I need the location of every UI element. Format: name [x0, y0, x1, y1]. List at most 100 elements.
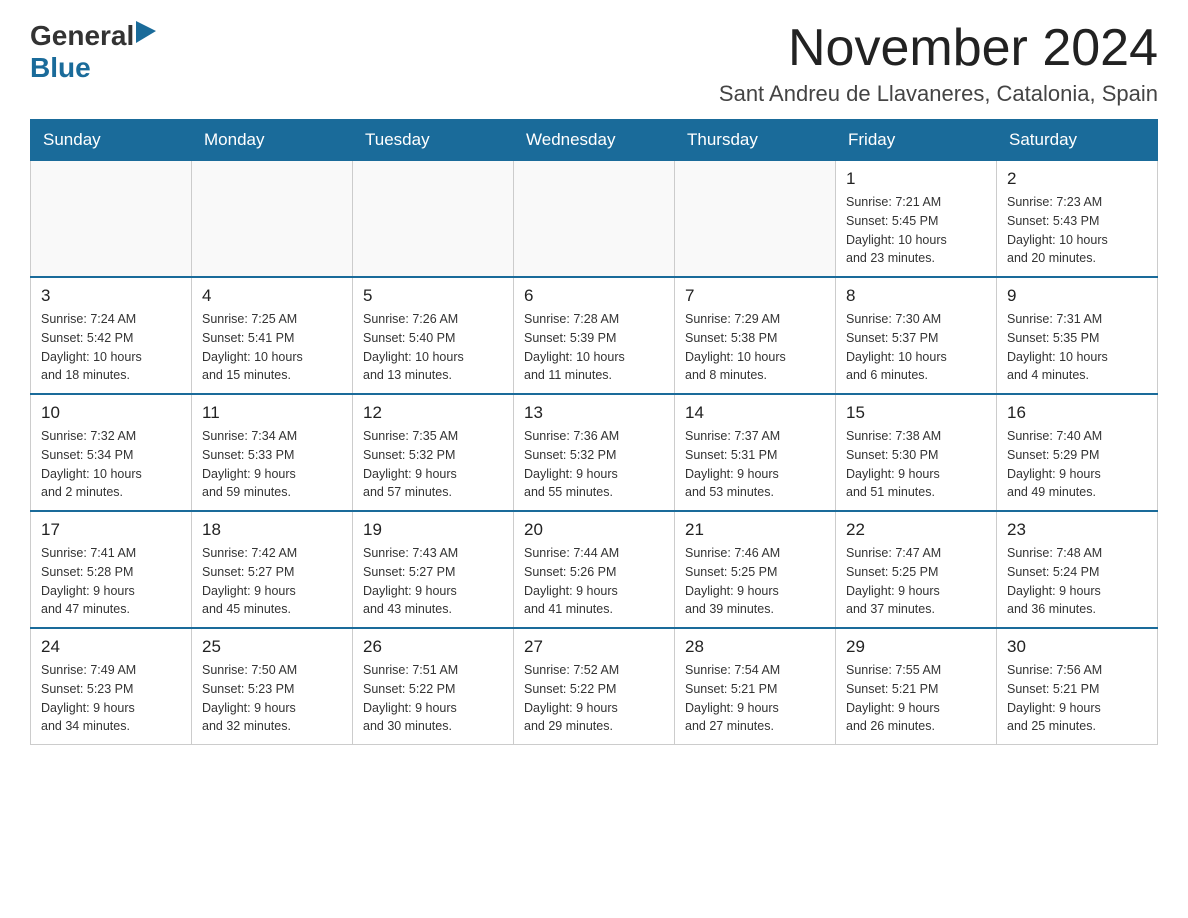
day-number: 16	[1007, 403, 1147, 423]
day-info: Sunrise: 7:29 AMSunset: 5:38 PMDaylight:…	[685, 310, 825, 385]
day-number: 8	[846, 286, 986, 306]
day-info: Sunrise: 7:49 AMSunset: 5:23 PMDaylight:…	[41, 661, 181, 736]
day-number: 20	[524, 520, 664, 540]
calendar-cell: 26Sunrise: 7:51 AMSunset: 5:22 PMDayligh…	[353, 628, 514, 745]
day-number: 3	[41, 286, 181, 306]
calendar-cell: 19 Sunrise: 7:43 AMSunset: 5:27 PMDayligh…	[353, 511, 514, 628]
day-info: Sunrise: 7:48 AMSunset: 5:24 PMDaylight:…	[1007, 544, 1147, 619]
header-friday: Friday	[836, 120, 997, 161]
calendar-cell: 5 Sunrise: 7:26 AMSunset: 5:40 PMDaylight…	[353, 277, 514, 394]
calendar-cell: 23 Sunrise: 7:48 AMSunset: 5:24 PMDayligh…	[997, 511, 1158, 628]
day-number: 14	[685, 403, 825, 423]
day-number: 7	[685, 286, 825, 306]
calendar-cell: 12 Sunrise: 7:35 AMSunset: 5:32 PMDayligh…	[353, 394, 514, 511]
day-number: 9	[1007, 286, 1147, 306]
calendar-cell: 7 Sunrise: 7:29 AMSunset: 5:38 PMDaylight…	[675, 277, 836, 394]
calendar-cell: 28 Sunrise: 7:54 AMSunset: 5:21 PMDayligh…	[675, 628, 836, 745]
calendar-cell: 13 Sunrise: 7:36 AMSunset: 5:32 PMDayligh…	[514, 394, 675, 511]
header-wednesday: Wednesday	[514, 120, 675, 161]
calendar-cell: 27Sunrise: 7:52 AMSunset: 5:22 PMDayligh…	[514, 628, 675, 745]
day-number: 27	[524, 637, 664, 657]
day-number: 13	[524, 403, 664, 423]
day-info: Sunrise: 7:26 AMSunset: 5:40 PMDaylight:…	[363, 310, 503, 385]
day-info: Sunrise: 7:24 AMSunset: 5:42 PMDaylight:…	[41, 310, 181, 385]
week-row-2: 3 Sunrise: 7:24 AMSunset: 5:42 PMDaylight…	[31, 277, 1158, 394]
calendar-cell: 20 Sunrise: 7:44 AMSunset: 5:26 PMDayligh…	[514, 511, 675, 628]
logo-blue-text: Blue	[30, 52, 91, 83]
calendar-cell	[675, 161, 836, 278]
calendar-cell: 10 Sunrise: 7:32 AMSunset: 5:34 PMDayligh…	[31, 394, 192, 511]
day-info: Sunrise: 7:21 AMSunset: 5:45 PMDaylight:…	[846, 193, 986, 268]
day-info: Sunrise: 7:40 AMSunset: 5:29 PMDaylight:…	[1007, 427, 1147, 502]
calendar-cell: 18Sunrise: 7:42 AMSunset: 5:27 PMDayligh…	[192, 511, 353, 628]
calendar-table: SundayMondayTuesdayWednesdayThursdayFrid…	[30, 119, 1158, 745]
day-number: 10	[41, 403, 181, 423]
calendar-cell	[192, 161, 353, 278]
week-row-4: 17 Sunrise: 7:41 AMSunset: 5:28 PMDayligh…	[31, 511, 1158, 628]
calendar-cell: 2Sunrise: 7:23 AMSunset: 5:43 PMDaylight…	[997, 161, 1158, 278]
day-info: Sunrise: 7:44 AMSunset: 5:26 PMDaylight:…	[524, 544, 664, 619]
calendar-cell: 30Sunrise: 7:56 AMSunset: 5:21 PMDayligh…	[997, 628, 1158, 745]
day-info: Sunrise: 7:41 AMSunset: 5:28 PMDaylight:…	[41, 544, 181, 619]
day-number: 11	[202, 403, 342, 423]
day-number: 23	[1007, 520, 1147, 540]
day-info: Sunrise: 7:38 AMSunset: 5:30 PMDaylight:…	[846, 427, 986, 502]
calendar-cell	[31, 161, 192, 278]
day-info: Sunrise: 7:31 AMSunset: 5:35 PMDaylight:…	[1007, 310, 1147, 385]
header-tuesday: Tuesday	[353, 120, 514, 161]
day-info: Sunrise: 7:36 AMSunset: 5:32 PMDaylight:…	[524, 427, 664, 502]
header-saturday: Saturday	[997, 120, 1158, 161]
calendar-cell: 9 Sunrise: 7:31 AMSunset: 5:35 PMDaylight…	[997, 277, 1158, 394]
day-number: 22	[846, 520, 986, 540]
day-info: Sunrise: 7:25 AMSunset: 5:41 PMDaylight:…	[202, 310, 342, 385]
day-number: 17	[41, 520, 181, 540]
day-info: Sunrise: 7:37 AMSunset: 5:31 PMDaylight:…	[685, 427, 825, 502]
day-info: Sunrise: 7:47 AMSunset: 5:25 PMDaylight:…	[846, 544, 986, 619]
subtitle: Sant Andreu de Llavaneres, Catalonia, Sp…	[719, 81, 1158, 107]
day-number: 28	[685, 637, 825, 657]
week-row-5: 24 Sunrise: 7:49 AMSunset: 5:23 PMDayligh…	[31, 628, 1158, 745]
day-number: 18	[202, 520, 342, 540]
calendar-cell: 24 Sunrise: 7:49 AMSunset: 5:23 PMDayligh…	[31, 628, 192, 745]
day-info: Sunrise: 7:30 AMSunset: 5:37 PMDaylight:…	[846, 310, 986, 385]
day-number: 12	[363, 403, 503, 423]
week-row-1: 1Sunrise: 7:21 AMSunset: 5:45 PMDaylight…	[31, 161, 1158, 278]
title-section: November 2024 Sant Andreu de Llavaneres,…	[719, 20, 1158, 107]
calendar-cell: 29Sunrise: 7:55 AMSunset: 5:21 PMDayligh…	[836, 628, 997, 745]
page-header: General Blue November 2024 Sant Andreu d…	[30, 20, 1158, 107]
calendar-cell: 17 Sunrise: 7:41 AMSunset: 5:28 PMDayligh…	[31, 511, 192, 628]
calendar-cell: 1Sunrise: 7:21 AMSunset: 5:45 PMDaylight…	[836, 161, 997, 278]
calendar-cell: 11 Sunrise: 7:34 AMSunset: 5:33 PMDayligh…	[192, 394, 353, 511]
calendar-cell: 3 Sunrise: 7:24 AMSunset: 5:42 PMDaylight…	[31, 277, 192, 394]
day-info: Sunrise: 7:35 AMSunset: 5:32 PMDaylight:…	[363, 427, 503, 502]
day-number: 5	[363, 286, 503, 306]
day-number: 19	[363, 520, 503, 540]
main-title: November 2024	[719, 20, 1158, 77]
day-number: 15	[846, 403, 986, 423]
day-number: 6	[524, 286, 664, 306]
day-info: Sunrise: 7:43 AMSunset: 5:27 PMDaylight:…	[363, 544, 503, 619]
calendar-header-row: SundayMondayTuesdayWednesdayThursdayFrid…	[31, 120, 1158, 161]
week-row-3: 10 Sunrise: 7:32 AMSunset: 5:34 PMDayligh…	[31, 394, 1158, 511]
day-number: 4	[202, 286, 342, 306]
calendar-cell	[353, 161, 514, 278]
day-info: Sunrise: 7:54 AMSunset: 5:21 PMDaylight:…	[685, 661, 825, 736]
day-number: 24	[41, 637, 181, 657]
calendar-cell: 25Sunrise: 7:50 AMSunset: 5:23 PMDayligh…	[192, 628, 353, 745]
day-info: Sunrise: 7:23 AMSunset: 5:43 PMDaylight:…	[1007, 193, 1147, 268]
calendar-cell: 8 Sunrise: 7:30 AMSunset: 5:37 PMDaylight…	[836, 277, 997, 394]
calendar-cell	[514, 161, 675, 278]
day-number: 25	[202, 637, 342, 657]
calendar-cell: 4 Sunrise: 7:25 AMSunset: 5:41 PMDaylight…	[192, 277, 353, 394]
day-info: Sunrise: 7:55 AMSunset: 5:21 PMDaylight:…	[846, 661, 986, 736]
calendar-cell: 22 Sunrise: 7:47 AMSunset: 5:25 PMDayligh…	[836, 511, 997, 628]
day-info: Sunrise: 7:28 AMSunset: 5:39 PMDaylight:…	[524, 310, 664, 385]
header-monday: Monday	[192, 120, 353, 161]
day-number: 21	[685, 520, 825, 540]
calendar-cell: 14 Sunrise: 7:37 AMSunset: 5:31 PMDayligh…	[675, 394, 836, 511]
day-info: Sunrise: 7:56 AMSunset: 5:21 PMDaylight:…	[1007, 661, 1147, 736]
day-number: 26	[363, 637, 503, 657]
logo: General Blue	[30, 20, 156, 84]
day-info: Sunrise: 7:32 AMSunset: 5:34 PMDaylight:…	[41, 427, 181, 502]
day-info: Sunrise: 7:34 AMSunset: 5:33 PMDaylight:…	[202, 427, 342, 502]
